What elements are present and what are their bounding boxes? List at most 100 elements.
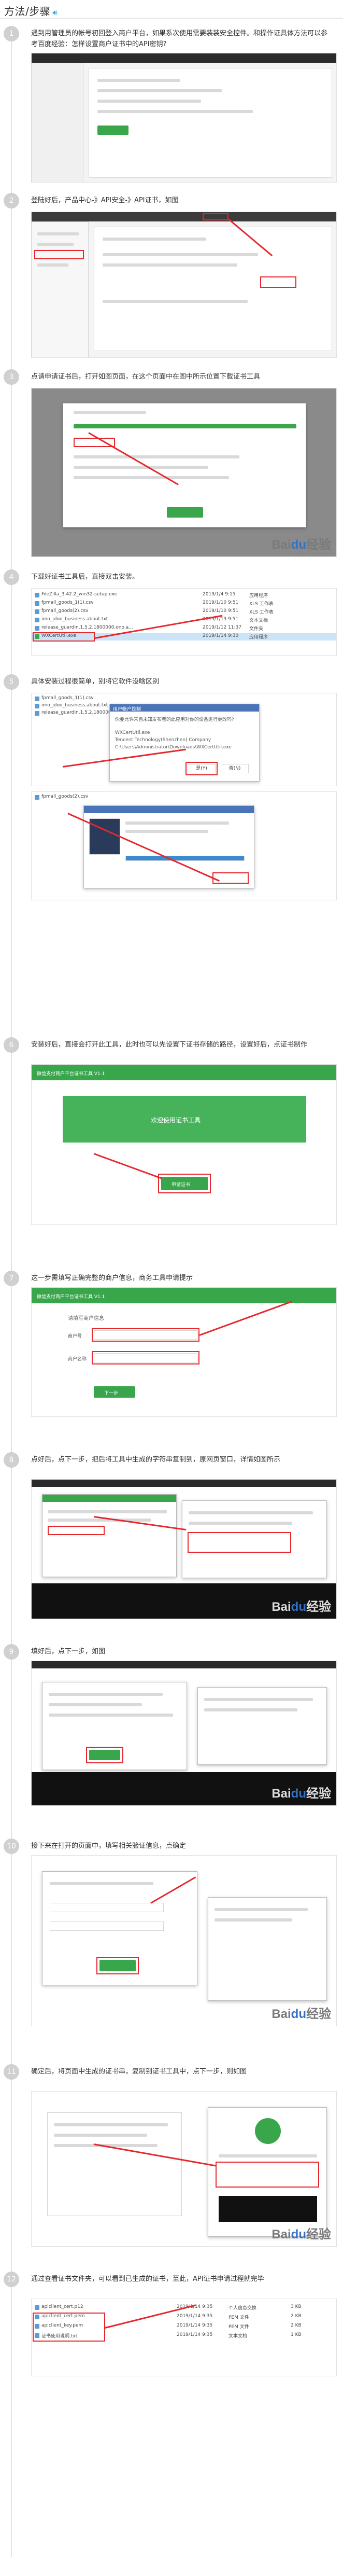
- file-icon: [35, 593, 39, 597]
- next-step-screenshot: Baidu经验: [31, 1661, 337, 1806]
- step-number: 9: [4, 1644, 19, 1660]
- text-line: [54, 2123, 168, 2126]
- step-screenshot: [31, 212, 337, 358]
- highlight-box: [34, 250, 84, 259]
- text-line: [219, 2154, 317, 2157]
- text-line: [97, 79, 180, 82]
- baidu-watermark: Baidu经验: [271, 2227, 331, 2241]
- file-row: fpmall_goods(2).csv 2019/1/10 9:51 XLS 工作表: [32, 608, 336, 616]
- browser-bar: [32, 1661, 336, 1668]
- step-text: 点请申请证书后，打开如图页面，在这个页面中在图中所示位置下载证书工具: [31, 373, 261, 381]
- text-line: [97, 89, 222, 92]
- highlight-box: [188, 1532, 291, 1553]
- section-title: 方法/步骤 🔊︎: [4, 3, 58, 18]
- success-icon: [255, 2118, 281, 2144]
- tool-welcome-screenshot: 微信支付商户平台证书工具 V1.1 欢迎使用证书工具 申请证书: [31, 1064, 337, 1225]
- section-title-text: 方法/步骤: [4, 5, 51, 18]
- text-line: [189, 1511, 313, 1514]
- text-line: [37, 232, 79, 235]
- tool-window: [42, 1494, 177, 1577]
- file-icon: [35, 618, 39, 622]
- file-row: fpmall_goods_1(1).csv 2019/1/10 9:51 XLS 工…: [32, 600, 336, 607]
- highlight-box: [158, 1174, 211, 1193]
- red-arrow: [93, 1153, 163, 1179]
- speaker-icon[interactable]: 🔊︎: [52, 8, 58, 17]
- content-panel: [94, 227, 332, 351]
- text-line: [50, 1882, 153, 1885]
- red-arrow: [199, 1301, 293, 1336]
- file-row: fpmall_goods_1(1).csv: [32, 695, 336, 703]
- step-text: 这一步需填写正确完整的商户信息，商务工具申请提示: [31, 1274, 193, 1282]
- highlight-box: [33, 632, 95, 642]
- step-number: 4: [4, 569, 19, 585]
- highlight-box: [96, 1957, 139, 1974]
- highlight-box: [212, 872, 249, 884]
- step-text: 接下来在打开的页面中，填写相关验证信息，点确定: [31, 1842, 187, 1850]
- highlight-box: [203, 213, 228, 220]
- tool-window: [197, 1687, 327, 1765]
- text-line: [103, 263, 237, 267]
- text-line: [74, 466, 208, 469]
- text-line: [97, 100, 201, 103]
- progress-track: [125, 856, 245, 861]
- step-number: 6: [4, 1037, 19, 1053]
- file-icon: [35, 601, 39, 606]
- content-panel: [89, 68, 332, 178]
- step-text: 填好后，点下一步，如图: [31, 1648, 106, 1655]
- verify-screenshot: Baidu经验: [31, 1855, 337, 2026]
- next-button: [167, 507, 203, 518]
- text-line: [204, 1698, 313, 1701]
- dark-region: [219, 2196, 317, 2222]
- text-line: [49, 1714, 173, 1717]
- progress-fill: [126, 856, 244, 860]
- text-line: [103, 253, 258, 256]
- step-screenshot: [31, 53, 337, 183]
- step-number: 7: [4, 1271, 19, 1286]
- watermark-brand: Bai: [271, 538, 291, 552]
- step-text: 下载好证书工具后，直接双击安装。: [31, 573, 139, 581]
- text-line: [103, 300, 248, 303]
- highlight-box: [260, 276, 296, 288]
- browser-window: [182, 1500, 327, 1578]
- highlight-box: [92, 1328, 199, 1342]
- text-line: [48, 1510, 167, 1513]
- text-line: [125, 830, 208, 833]
- browser-bar: [32, 1480, 336, 1487]
- step-timeline: [11, 36, 12, 2557]
- highlight-box: [48, 1526, 105, 1535]
- file-row: fpmall_goods(2).csv: [32, 794, 336, 801]
- step-text: 通过查看证书文件夹，可以看到已生成的证书，至此，API证书申请过程就完毕: [31, 2275, 264, 2283]
- verify-input[interactable]: [50, 1903, 164, 1912]
- step-number: 10: [4, 1839, 19, 1854]
- step-number: 2: [4, 193, 19, 208]
- text-line: [103, 238, 206, 241]
- step-text: 安装好后，直接会打开此工具，此时也可以先设置下证书存储的路径，设置好后，点证书制…: [31, 1041, 308, 1049]
- file-icon: [35, 609, 39, 614]
- nav-bar: [32, 212, 336, 221]
- verify-code-input[interactable]: [50, 1921, 164, 1931]
- text-line: [54, 2134, 147, 2137]
- install-dialog: [83, 805, 254, 888]
- step-number: 5: [4, 674, 19, 690]
- no-button[interactable]: 否(N): [221, 764, 249, 773]
- text-line: [49, 1703, 142, 1706]
- tool-window: [208, 2107, 327, 2237]
- file-icon: [35, 2305, 39, 2310]
- apply-dialog: [63, 403, 306, 527]
- highlight-box: [33, 2313, 105, 2342]
- browser-bar: [32, 53, 336, 63]
- step-number: 11: [4, 2064, 19, 2080]
- highlight-box: [86, 1747, 123, 1763]
- step-text: 遇到用管理员的帐号初回登入商户平台，如果系次使用需要装装安全控件。和操作证具体方…: [31, 30, 328, 48]
- file-row: release_guardin.1.5.2.1800000.ono.a... 20…: [32, 625, 336, 632]
- highlight-box: [92, 1351, 199, 1364]
- text-line: [74, 411, 146, 414]
- apply-window: [42, 1682, 187, 1770]
- text-line: [49, 1693, 163, 1696]
- text-line: [189, 1522, 292, 1525]
- web-panel: [47, 2112, 182, 2216]
- install-progress-screenshot: fpmall_goods(2).csv: [31, 791, 337, 900]
- text-line: [215, 1918, 292, 1921]
- step-number: 12: [4, 2272, 19, 2287]
- text-line: [125, 821, 229, 825]
